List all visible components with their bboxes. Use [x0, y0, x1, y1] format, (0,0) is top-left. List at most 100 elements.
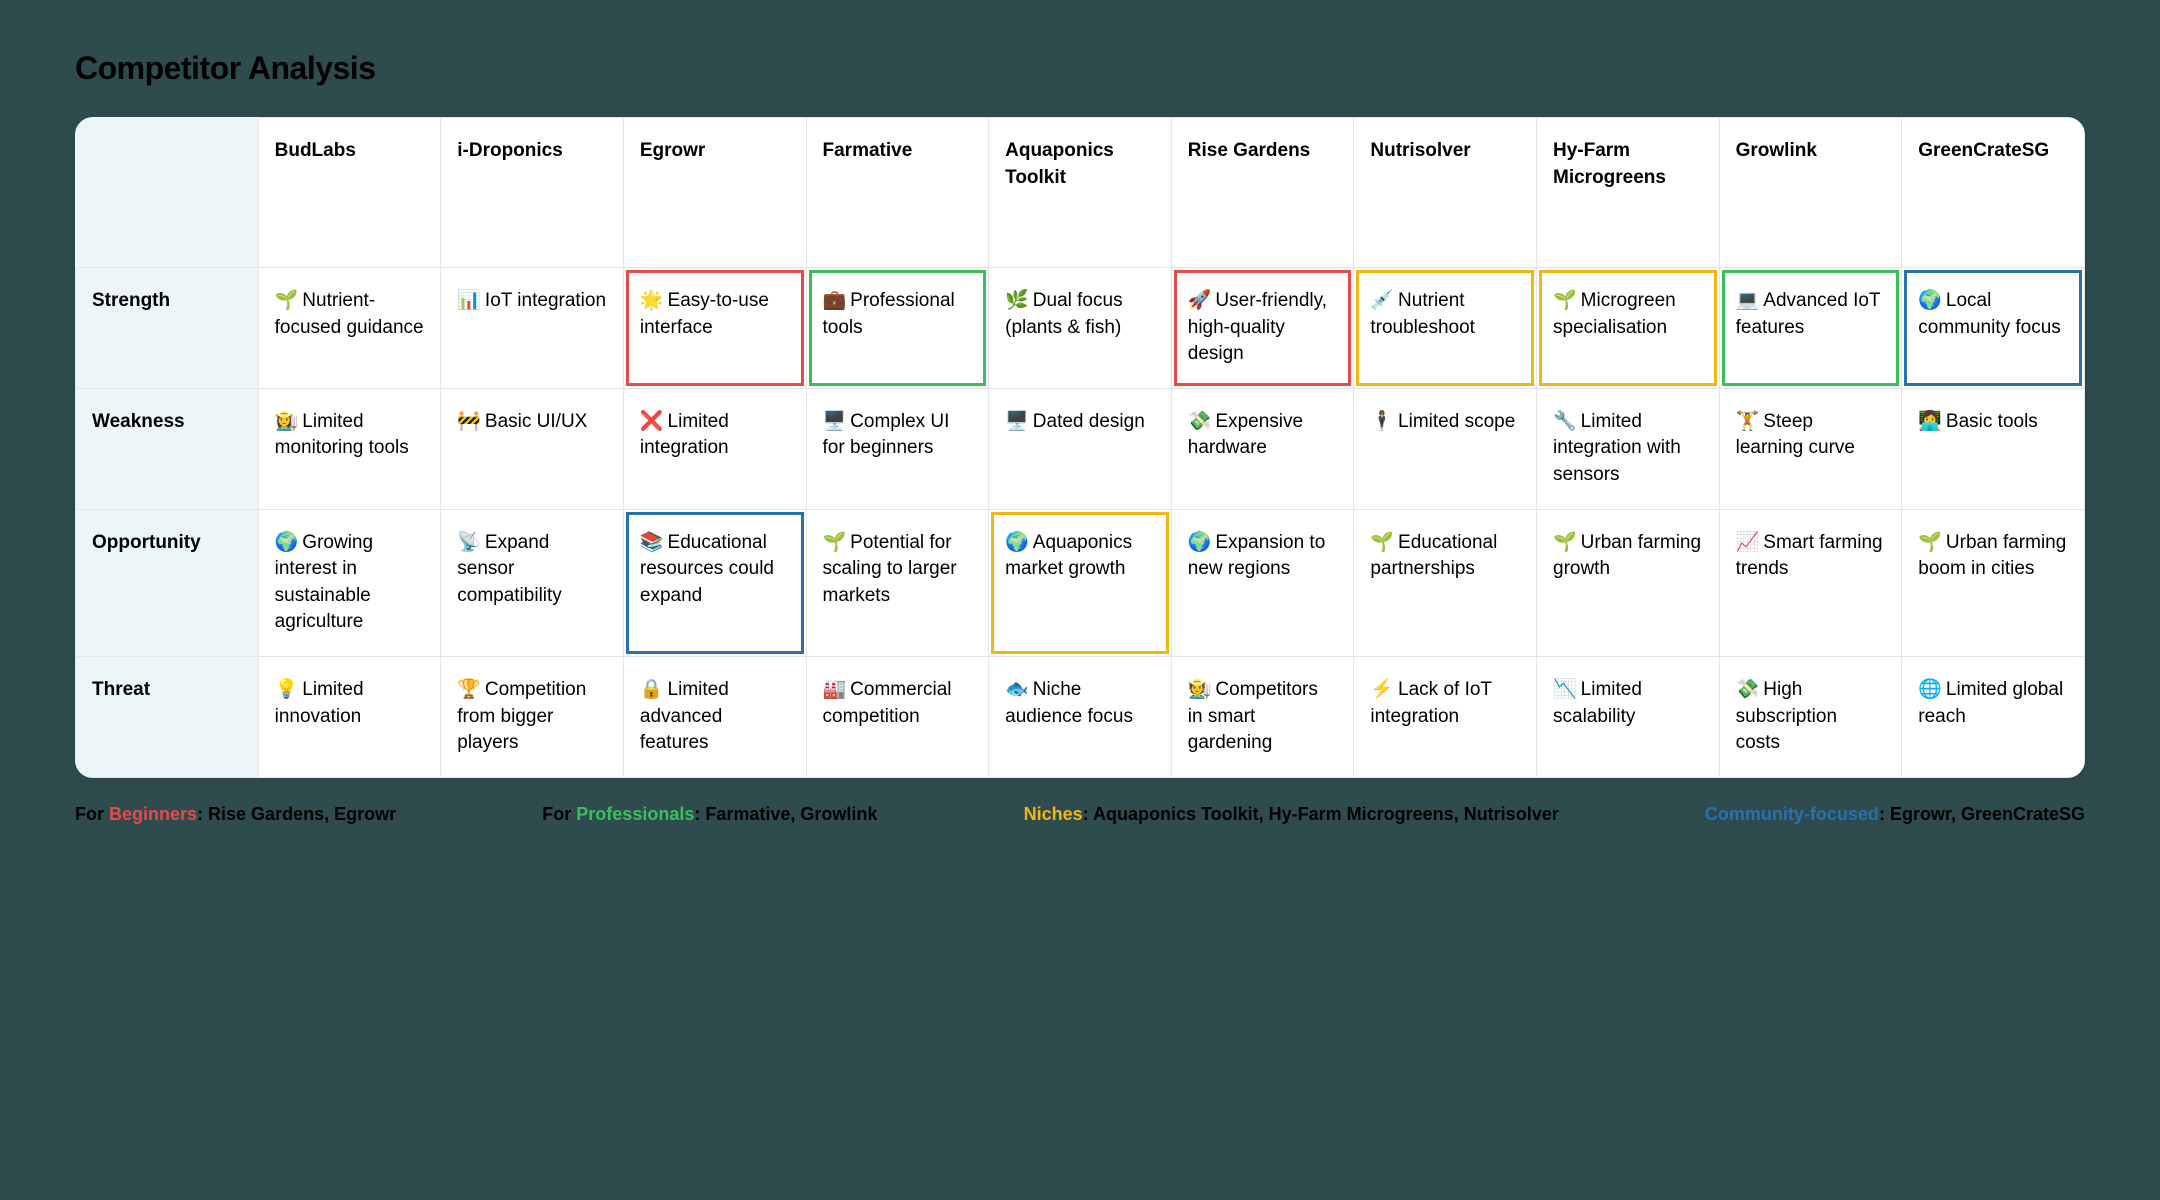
table-corner: [76, 118, 259, 268]
table-cell: 🖥️Dated design: [989, 388, 1172, 509]
row-header: Opportunity: [76, 509, 259, 656]
col-header: Nutrisolver: [1354, 118, 1537, 268]
legend-item: Community-focused: Egrowr, GreenCrateSG: [1705, 804, 2085, 825]
table-cell: 🌱Urban farming growth: [1537, 509, 1720, 656]
table-cell: 🚧Basic UI/UX: [441, 388, 624, 509]
col-header: Egrowr: [623, 118, 806, 268]
cell-icon: 🕴️: [1370, 411, 1394, 432]
cell-icon: 💉: [1370, 290, 1394, 311]
cell-icon: 🚀: [1188, 290, 1212, 311]
table-cell: 📈Smart farming trends: [1719, 509, 1902, 656]
legend-item: Niches: Aquaponics Toolkit, Hy-Farm Micr…: [1024, 804, 1559, 825]
cell-icon: 🏋️: [1736, 411, 1760, 432]
table-cell: 🌐Limited global reach: [1902, 656, 2085, 777]
table-cell: 🌍Local community focus: [1902, 268, 2085, 389]
table-cell: 🌱Nutrient-focused guidance: [258, 268, 441, 389]
cell-icon: 🌱: [1553, 290, 1577, 311]
cell-icon: 🐟: [1005, 679, 1029, 700]
table-row: Threat💡Limited innovation🏆Competition fr…: [76, 656, 2085, 777]
table-cell: 📡Expand sensor compatibility: [441, 509, 624, 656]
cell-icon: 🧑‍🌾: [1188, 679, 1212, 700]
cell-icon: 🌱: [1918, 532, 1942, 553]
table-cell: 🌱Educational partnerships: [1354, 509, 1537, 656]
table-cell: 🐟Niche audience focus: [989, 656, 1172, 777]
table-cell: 📚Educational resources could expand: [623, 509, 806, 656]
legend-prefix: For: [542, 804, 576, 824]
col-header: Farmative: [806, 118, 989, 268]
table-cell: 🌿Dual focus (plants & fish): [989, 268, 1172, 389]
legend-colored: Beginners: [109, 804, 197, 824]
cell-icon: 🌐: [1918, 679, 1942, 700]
cell-text: Basic UI/UX: [485, 411, 587, 432]
cell-icon: 🖥️: [823, 411, 847, 432]
cell-icon: 👩‍💻: [1918, 411, 1942, 432]
table-cell: 🕴️Limited scope: [1354, 388, 1537, 509]
table-cell: 🏋️Steep learning curve: [1719, 388, 1902, 509]
row-header: Weakness: [76, 388, 259, 509]
cell-icon: 🖥️: [1005, 411, 1029, 432]
legend-suffix: : Aquaponics Toolkit, Hy-Farm Microgreen…: [1083, 804, 1559, 824]
cell-icon: 🌱: [1553, 532, 1577, 553]
cell-text: Limited scope: [1398, 411, 1515, 432]
table-cell: 🌱Potential for scaling to larger markets: [806, 509, 989, 656]
cell-icon: 💸: [1188, 411, 1212, 432]
table-cell: 💸High subscription costs: [1719, 656, 1902, 777]
cell-icon: 🚧: [457, 411, 481, 432]
cell-icon: 🌍: [275, 532, 299, 553]
table-cell: ❌Limited integration: [623, 388, 806, 509]
cell-icon: 📚: [640, 532, 664, 553]
cell-icon: ⚡: [1370, 679, 1394, 700]
cell-text: Dated design: [1033, 411, 1145, 432]
table-cell: 🚀User-friendly, high-quality design: [1171, 268, 1354, 389]
table-cell: ⚡Lack of IoT integration: [1354, 656, 1537, 777]
table-cell: 💉Nutrient troubleshoot: [1354, 268, 1537, 389]
competitor-table: BudLabsi-DroponicsEgrowrFarmativeAquapon…: [75, 117, 2085, 778]
table-cell: 🖥️Complex UI for beginners: [806, 388, 989, 509]
col-header: Growlink: [1719, 118, 1902, 268]
row-header: Threat: [76, 656, 259, 777]
table-cell: 📊IoT integration: [441, 268, 624, 389]
cell-icon: 📉: [1553, 679, 1577, 700]
table-cell: 🌟Easy-to-use interface: [623, 268, 806, 389]
table-row: Strength🌱Nutrient-focused guidance📊IoT i…: [76, 268, 2085, 389]
legend-colored: Professionals: [576, 804, 694, 824]
legend-item: For Beginners: Rise Gardens, Egrowr: [75, 804, 396, 825]
table-cell: 🏭Commercial competition: [806, 656, 989, 777]
table-cell: 🔒Limited advanced features: [623, 656, 806, 777]
table-cell: 🌍Aquaponics market growth: [989, 509, 1172, 656]
cell-icon: 🌍: [1005, 532, 1029, 553]
legend-suffix: : Farmative, Growlink: [694, 804, 877, 824]
cell-icon: 👩‍🌾: [275, 411, 299, 432]
cell-icon: 🌱: [823, 532, 847, 553]
table-cell: 🔧Limited integration with sensors: [1537, 388, 1720, 509]
legend-suffix: : Rise Gardens, Egrowr: [197, 804, 396, 824]
table-row: Weakness👩‍🌾Limited monitoring tools🚧Basi…: [76, 388, 2085, 509]
cell-icon: 📈: [1736, 532, 1760, 553]
cell-icon: 💸: [1736, 679, 1760, 700]
cell-text: IoT integration: [485, 290, 606, 311]
table-cell: 💡Limited innovation: [258, 656, 441, 777]
legend-item: For Professionals: Farmative, Growlink: [542, 804, 877, 825]
table-cell: 🌍Expansion to new regions: [1171, 509, 1354, 656]
table-cell: 🏆Competition from bigger players: [441, 656, 624, 777]
cell-text: Basic tools: [1946, 411, 2038, 432]
table-cell: 🌱Urban farming boom in cities: [1902, 509, 2085, 656]
table-row: Opportunity🌍Growing interest in sustaina…: [76, 509, 2085, 656]
cell-icon: 🌍: [1188, 532, 1212, 553]
page-title: Competitor Analysis: [75, 50, 2085, 87]
table-cell: 💼Professional tools: [806, 268, 989, 389]
table-cell: 👩‍🌾Limited monitoring tools: [258, 388, 441, 509]
col-header: Aquaponics Toolkit: [989, 118, 1172, 268]
cell-icon: 📡: [457, 532, 481, 553]
table-cell: 💻Advanced IoT features: [1719, 268, 1902, 389]
table-cell: 🌍Growing interest in sustainable agricul…: [258, 509, 441, 656]
cell-icon: 🏆: [457, 679, 481, 700]
cell-icon: 💡: [275, 679, 299, 700]
col-header: BudLabs: [258, 118, 441, 268]
table-cell: 👩‍💻Basic tools: [1902, 388, 2085, 509]
cell-icon: 🌱: [275, 290, 299, 311]
col-header: i-Droponics: [441, 118, 624, 268]
table-cell: 🌱Microgreen specialisation: [1537, 268, 1720, 389]
legend: For Beginners: Rise Gardens, Egrowr For P…: [75, 804, 2085, 825]
legend-colored: Niches: [1024, 804, 1083, 824]
